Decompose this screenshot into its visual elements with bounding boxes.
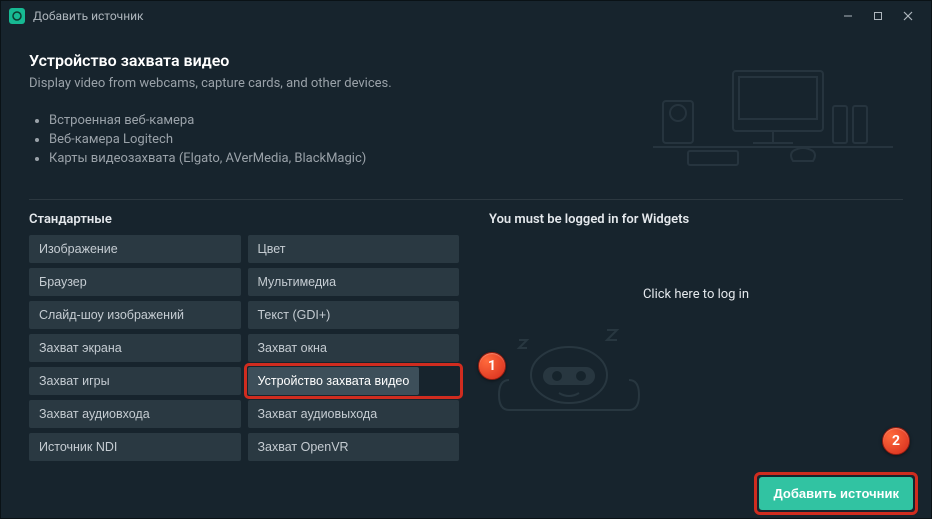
login-link[interactable]: Click here to log in — [489, 287, 903, 302]
annotation-badge-1: 1 — [478, 352, 506, 380]
source-option[interactable]: Текст (GDI+) — [248, 301, 460, 329]
app-icon — [9, 8, 25, 24]
source-option[interactable]: Источник NDI — [29, 433, 241, 461]
example-item: Встроенная веб-камера — [49, 113, 392, 128]
annotation-badge-2: 2 — [882, 427, 910, 455]
source-option[interactable]: Захват аудиовыхода — [248, 400, 460, 428]
desk-illustration — [643, 51, 903, 181]
titlebar: Добавить источник — [1, 1, 931, 31]
source-option[interactable]: Слайд-шоу изображений — [29, 301, 241, 329]
source-subtitle: Display video from webcams, capture card… — [29, 76, 392, 91]
example-item: Веб-камера Logitech — [49, 132, 392, 147]
close-button[interactable] — [893, 1, 923, 31]
separator — [29, 199, 903, 200]
sources-grid: ИзображениеЦветБраузерМультимедиаСлайд-ш… — [29, 235, 459, 461]
source-option[interactable]: Захват экрана — [29, 334, 241, 362]
content: Устройство захвата видео Display video f… — [1, 31, 931, 468]
footer: Добавить источник — [1, 468, 931, 518]
add-source-window: Добавить источник Устройство захвата вид… — [0, 0, 932, 519]
source-option[interactable]: Цвет — [248, 235, 460, 263]
example-item: Карты видеозахвата (Elgato, AVerMedia, B… — [49, 151, 392, 166]
columns: Стандартные ИзображениеЦветБраузерМульти… — [29, 212, 903, 461]
source-option[interactable]: Устройство захвата видео — [248, 367, 420, 395]
source-option[interactable]: Захват аудиовхода — [29, 400, 241, 428]
source-option[interactable]: Захват окна — [248, 334, 460, 362]
source-option[interactable]: Изображение — [29, 235, 241, 263]
standard-title: Стандартные — [29, 212, 459, 227]
minimize-button[interactable] — [833, 1, 863, 31]
source-option[interactable]: Захват игры — [29, 367, 241, 395]
window-controls — [833, 1, 923, 31]
header-text: Устройство захвата видео Display video f… — [29, 51, 392, 170]
add-button-highlight: Добавить источник — [759, 477, 913, 510]
widgets-title: You must be logged in for Widgets — [489, 212, 903, 227]
source-option[interactable]: Мультимедиа — [248, 268, 460, 296]
source-option[interactable]: Захват OpenVR — [248, 433, 460, 461]
selected-source-highlight: Устройство захвата видео — [248, 367, 460, 395]
maximize-button[interactable] — [863, 1, 893, 31]
window-title: Добавить источник — [33, 9, 144, 23]
source-title: Устройство захвата видео — [29, 51, 392, 70]
add-source-button[interactable]: Добавить источник — [759, 477, 913, 510]
widgets-column: You must be logged in for Widgets Click … — [489, 212, 903, 461]
source-option[interactable]: Браузер — [29, 268, 241, 296]
standard-sources-column: Стандартные ИзображениеЦветБраузерМульти… — [29, 212, 459, 461]
header-row: Устройство захвата видео Display video f… — [29, 51, 903, 181]
examples: Встроенная веб-камера Веб-камера Logitech… — [29, 113, 392, 166]
sleep-illustration — [489, 320, 649, 440]
